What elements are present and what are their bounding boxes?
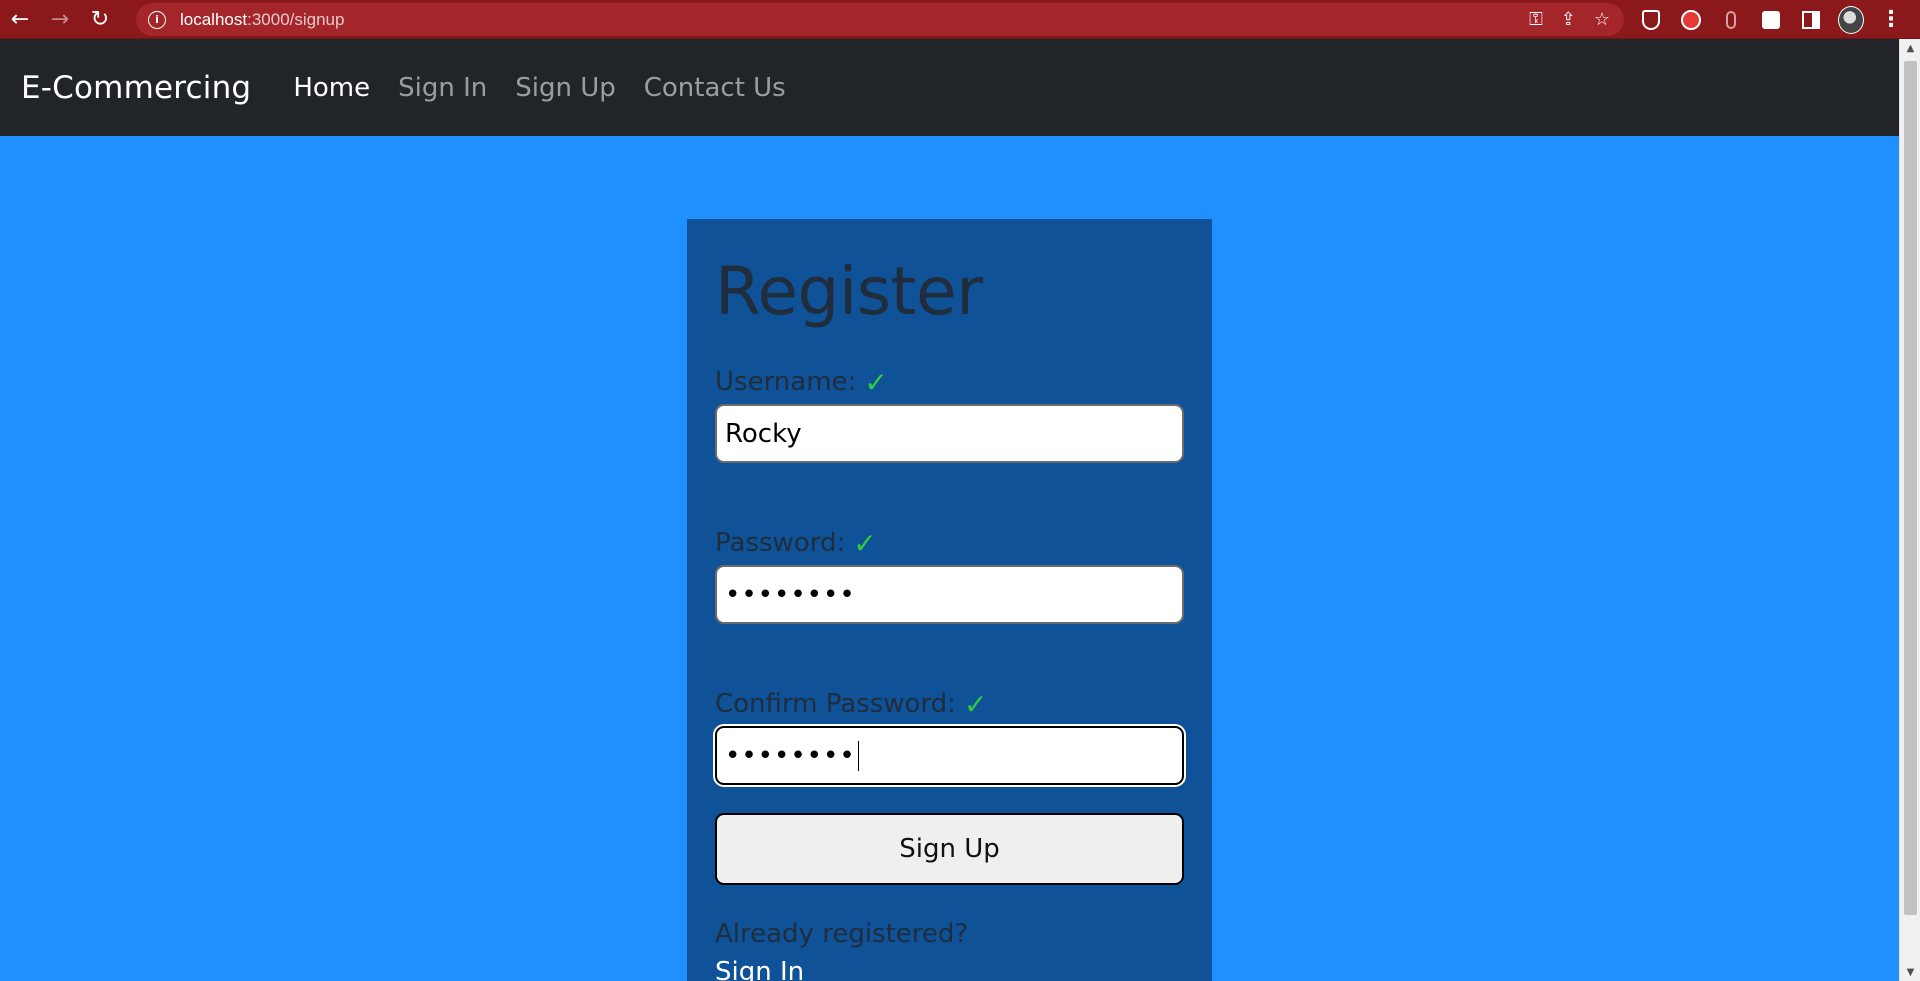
username-value: Rocky [725,418,802,449]
address-bar[interactable]: i localhost:3000/signup ⚿ ⇪ ☆ [136,3,1624,36]
page-scrollbar[interactable]: ▲ ▼ [1899,39,1920,981]
share-icon[interactable]: ⇪ [1561,9,1576,30]
star-icon[interactable]: ☆ [1594,9,1610,30]
browser-toolbar: ← → ↻ i localhost:3000/signup ⚿ ⇪ ☆ ⋮ [0,0,1920,39]
username-label-text: Username: [715,367,857,397]
nav-link-sign-up[interactable]: Sign Up [515,73,616,103]
shield-extension-icon[interactable] [1638,7,1664,33]
site-info-icon[interactable]: i [148,10,166,29]
key-icon[interactable]: ⚿ [1529,9,1543,30]
nav-link-contact-us[interactable]: Contact Us [644,73,786,103]
password-value: •••••••• [725,579,856,610]
sign-up-button[interactable]: Sign Up [715,813,1184,885]
nav-link-sign-in[interactable]: Sign In [398,73,487,103]
page-title: Register [715,253,983,330]
nav-link-home[interactable]: Home [293,73,370,103]
scroll-up-arrow-icon[interactable]: ▲ [1900,39,1920,57]
scroll-thumb[interactable] [1904,61,1917,915]
scroll-down-arrow-icon[interactable]: ▼ [1900,963,1920,981]
confirm-password-label: Confirm Password: ✓ [715,687,1184,721]
back-arrow-icon[interactable]: ← [0,0,40,39]
username-label: Username: ✓ [715,365,1184,399]
password-input[interactable]: •••••••• [715,565,1184,624]
address-url[interactable]: localhost:3000/signup [180,10,344,30]
username-input[interactable]: Rocky [715,404,1184,463]
text-caret [857,740,860,771]
confirm-password-label-text: Confirm Password: [715,689,956,719]
forward-arrow-icon[interactable]: → [40,0,80,39]
confirm-password-input[interactable]: •••••••• [715,726,1184,785]
url-host: localhost [180,9,248,29]
site-navbar: E-Commercing Home Sign In Sign Up Contac… [0,39,1899,136]
already-registered-text: Already registered? [715,919,969,949]
stop-extension-icon[interactable] [1678,7,1704,33]
username-check-icon: ✓ [864,365,888,399]
browser-menu-icon[interactable]: ⋮ [1878,7,1904,33]
confirm-password-check-icon: ✓ [963,687,988,721]
password-label: Password: ✓ [715,526,1184,560]
register-card: Register Username: ✓ Rocky Password: ✓ •… [687,219,1212,981]
puzzle-extensions-icon[interactable] [1758,7,1784,33]
password-label-text: Password: [715,528,846,558]
url-path: :3000/signup [247,9,345,29]
password-check-icon: ✓ [853,526,877,560]
microphone-extension-icon[interactable] [1718,7,1744,33]
confirm-password-value: •••••••• [725,740,856,771]
sign-in-link[interactable]: Sign In [715,957,804,981]
side-panel-icon[interactable] [1798,7,1824,33]
reload-icon[interactable]: ↻ [80,0,120,39]
profile-avatar-icon[interactable] [1838,5,1864,34]
brand-logo[interactable]: E-Commercing [21,70,251,106]
